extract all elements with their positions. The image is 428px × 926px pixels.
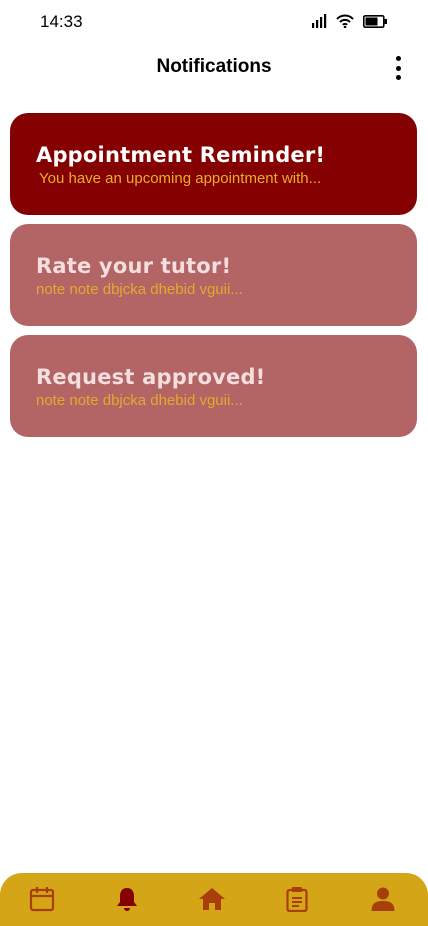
notification-card[interactable]: Request approved! note note dbjcka dhebi… xyxy=(10,335,417,437)
home-icon xyxy=(199,888,225,910)
notification-body: note note dbjcka dhebid vguii... xyxy=(36,281,243,298)
nav-home-button[interactable] xyxy=(198,885,226,913)
status-time: 14:33 xyxy=(40,12,83,31)
wifi-icon xyxy=(336,14,354,28)
notification-title: Rate your tutor! xyxy=(36,254,232,278)
status-icons xyxy=(312,14,388,28)
profile-icon xyxy=(371,887,395,911)
status-bar: 14:33 xyxy=(0,0,428,44)
bottom-nav xyxy=(0,873,428,926)
nav-calendar-button[interactable] xyxy=(28,885,56,913)
nav-profile-button[interactable] xyxy=(369,885,397,913)
page-title: Notifications xyxy=(156,56,272,77)
more-vertical-icon-dot xyxy=(395,75,401,80)
notification-body: note note dbjcka dhebid vguii... xyxy=(36,392,243,409)
nav-notifications-button[interactable] xyxy=(113,885,141,913)
clipboard-icon xyxy=(286,887,308,912)
nav-clipboard-button[interactable] xyxy=(283,885,311,913)
more-vertical-icon-dot xyxy=(395,65,401,71)
notification-list: Appointment Reminder! You have an upcomi… xyxy=(10,113,417,446)
more-options-button[interactable] xyxy=(390,56,406,80)
more-vertical-icon-dot xyxy=(395,56,401,61)
notification-title: Appointment Reminder! xyxy=(36,143,326,167)
bell-icon xyxy=(117,888,137,911)
app-header: Notifications xyxy=(0,48,428,88)
battery-icon xyxy=(363,14,387,28)
notification-body: You have an upcoming appointment with... xyxy=(39,170,322,187)
signal-icon xyxy=(312,14,327,28)
notification-card[interactable]: Rate your tutor! note note dbjcka dhebid… xyxy=(10,224,417,326)
calendar-icon xyxy=(29,887,55,912)
notification-card[interactable]: Appointment Reminder! You have an upcomi… xyxy=(10,113,417,215)
notification-title: Request approved! xyxy=(36,365,266,389)
notifications-screen: 14:33 Notifications Appointment Reminder… xyxy=(0,0,428,926)
